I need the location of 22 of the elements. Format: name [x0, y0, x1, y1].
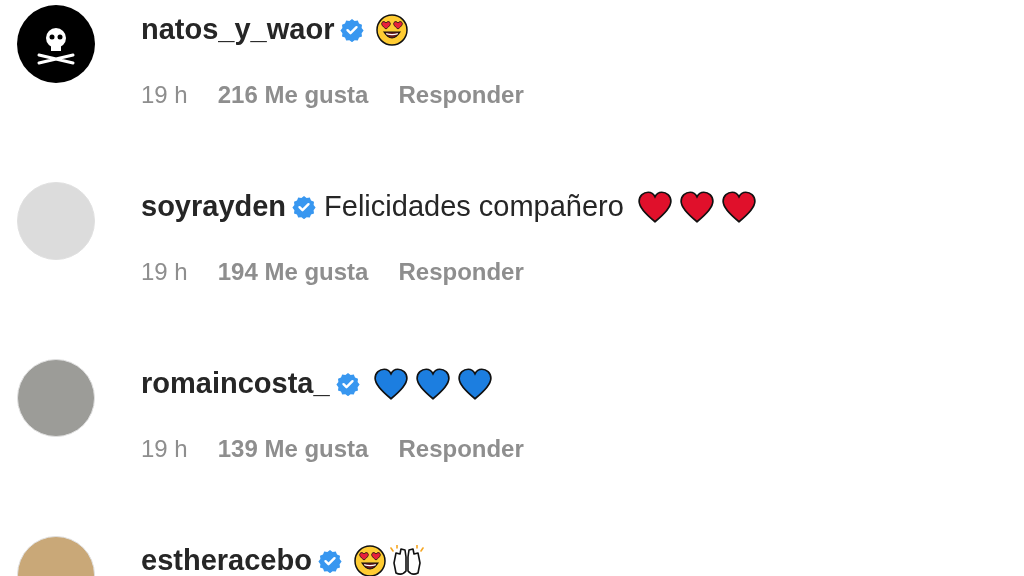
- heart-emoji-icon: [371, 367, 410, 401]
- comment-time: 19 h: [141, 257, 188, 287]
- username[interactable]: estheracebo: [141, 539, 312, 576]
- reply-link[interactable]: Responder: [398, 254, 524, 290]
- heart-emoji-icon: [413, 367, 452, 401]
- likes-count-link[interactable]: 194 Me gusta: [217, 254, 369, 290]
- comment-time: 19 h: [141, 434, 188, 464]
- heart-emoji-icon: [455, 367, 494, 401]
- heart-emoji-icon: [635, 190, 674, 224]
- username[interactable]: soyrayden: [141, 185, 287, 229]
- comment-time: 19 h: [141, 80, 188, 110]
- heart-emoji-icon: [719, 190, 758, 224]
- comment-text: Felicidades compañero: [324, 189, 624, 225]
- reply-link[interactable]: Responder: [398, 77, 524, 113]
- heart-eyes-emoji-icon: [376, 14, 409, 46]
- username[interactable]: romaincosta_: [141, 362, 330, 406]
- likes-count-link[interactable]: 216 Me gusta: [217, 77, 369, 113]
- heart-emoji-icon: [677, 190, 716, 224]
- reply-link[interactable]: Responder: [398, 431, 524, 467]
- username[interactable]: natos_y_waor: [141, 8, 335, 52]
- skull-logo-avatar[interactable]: [17, 5, 95, 83]
- likes-count-link[interactable]: 139 Me gusta: [217, 431, 369, 467]
